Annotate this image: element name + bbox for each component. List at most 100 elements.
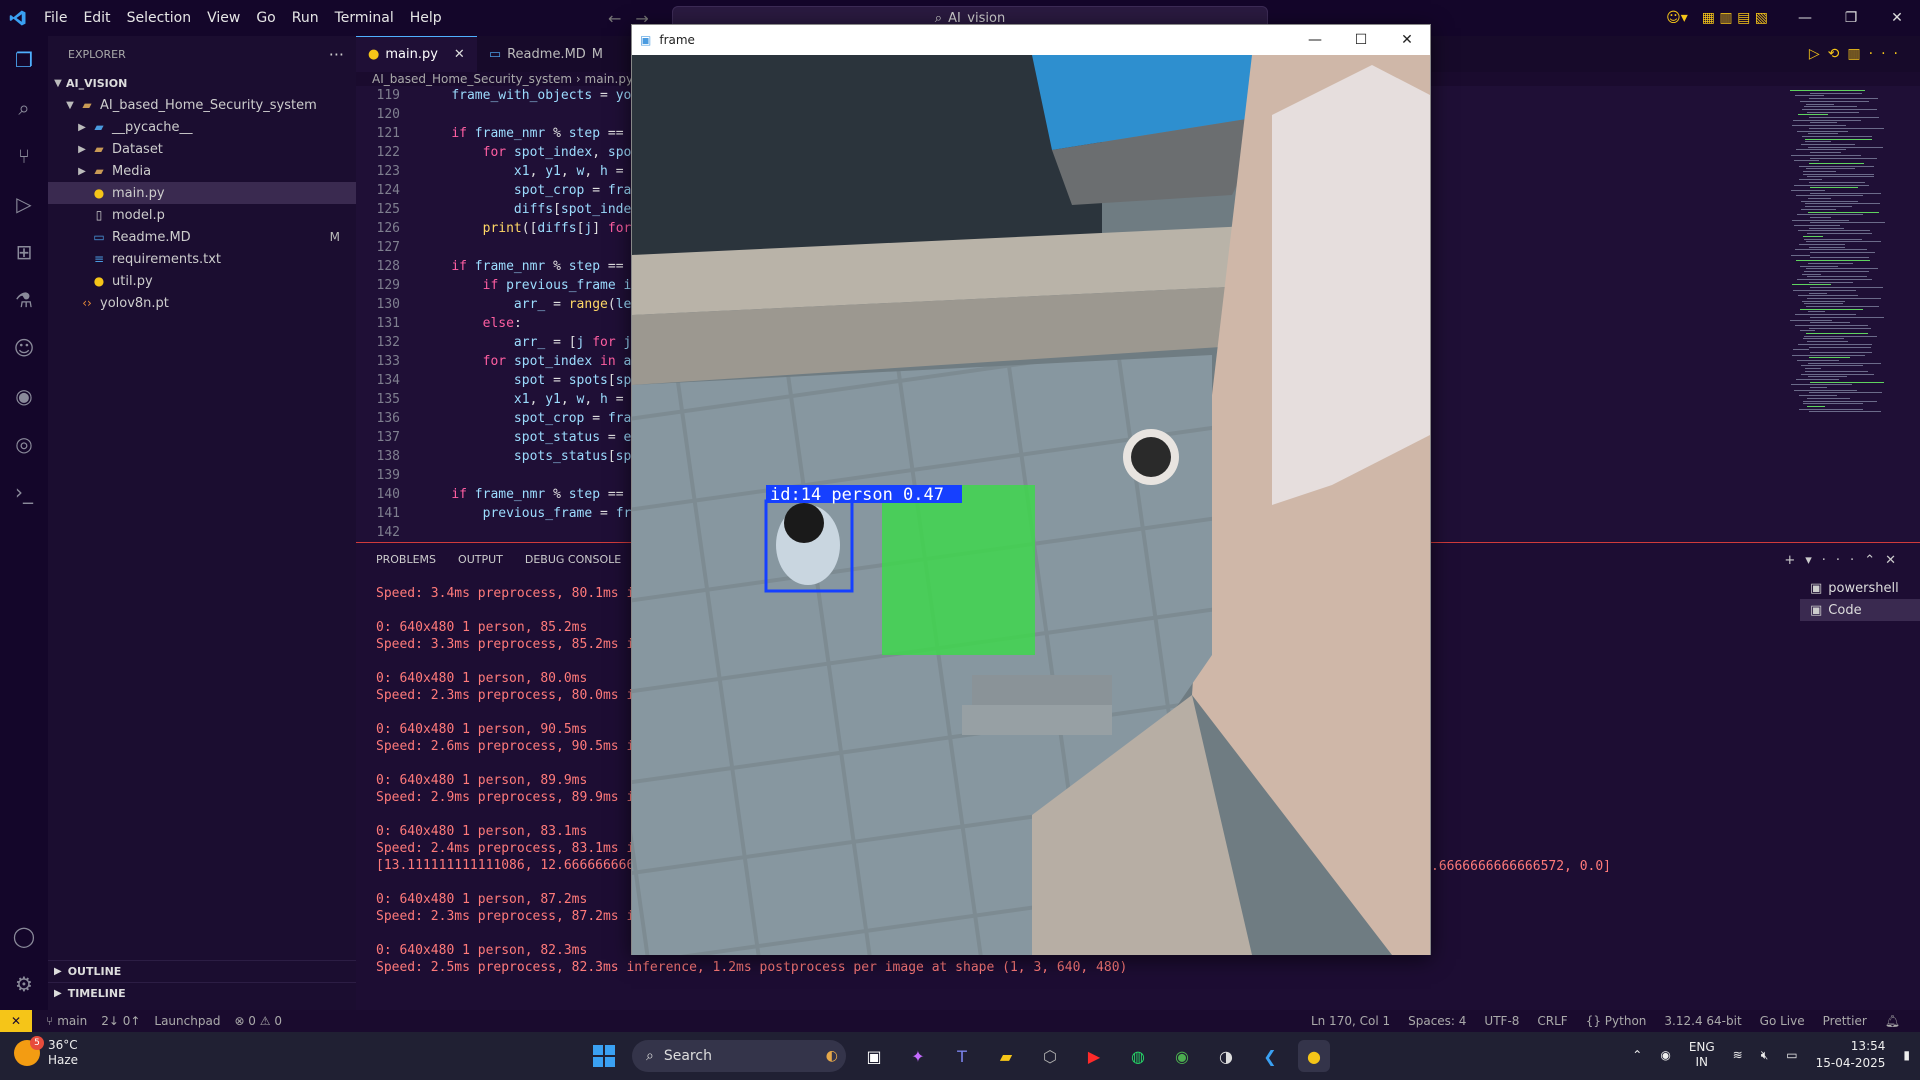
copilot-chat-icon[interactable]: ☺: [10, 334, 38, 362]
layout-icon[interactable]: ▦ ▥ ▤ ▧: [1702, 10, 1768, 26]
language-indicator[interactable]: ENG IN: [1689, 1040, 1715, 1070]
vscode-icon[interactable]: ❮: [1254, 1040, 1286, 1072]
terminal-icon[interactable]: ›_: [10, 478, 38, 506]
line-number: 139: [376, 468, 400, 483]
gear-icon[interactable]: ⚙: [10, 970, 38, 998]
bell-icon[interactable]: 🔔︎: [1885, 1014, 1900, 1028]
whatsapp-icon[interactable]: ◍: [1122, 1040, 1154, 1072]
python-icon[interactable]: ●: [1298, 1040, 1330, 1072]
tab-output[interactable]: OUTPUT: [458, 553, 503, 570]
menu-file[interactable]: File: [36, 10, 75, 26]
go-live[interactable]: Go Live: [1760, 1014, 1805, 1028]
close-button[interactable]: ✕: [1384, 32, 1430, 48]
volume-muted-icon[interactable]: 🔇︎: [1761, 1048, 1769, 1063]
account-icon[interactable]: ◯: [10, 922, 38, 950]
prettier[interactable]: Prettier: [1823, 1014, 1867, 1028]
remote-indicator[interactable]: ✕: [0, 1010, 32, 1032]
file-explorer-icon[interactable]: ▰: [990, 1040, 1022, 1072]
minimap[interactable]: [1790, 90, 1900, 430]
tray-app-icon[interactable]: ◉: [1660, 1048, 1670, 1062]
copilot-icon[interactable]: ✦: [902, 1040, 934, 1072]
restore-button[interactable]: ❐: [1828, 10, 1874, 26]
menu-run[interactable]: Run: [284, 10, 327, 26]
tree-item-pycache[interactable]: ▶ ▰ __pycache__: [48, 116, 356, 138]
clock[interactable]: 13:54 15-04-2025: [1816, 1038, 1886, 1072]
terminal-code[interactable]: ▣ Code: [1800, 599, 1920, 621]
source-control-icon[interactable]: ⑂: [10, 142, 38, 170]
timeline-section[interactable]: ▶ TIMELINE: [48, 982, 356, 1004]
frame-titlebar[interactable]: ▣ frame — ☐ ✕: [632, 25, 1430, 55]
start-icon[interactable]: [588, 1040, 620, 1072]
app-icon[interactable]: ⬡: [1034, 1040, 1066, 1072]
close-button[interactable]: ✕: [1874, 10, 1920, 26]
tree-item-media[interactable]: ▶ ▰ Media: [48, 160, 356, 182]
tree-item-requirements[interactable]: ≡ requirements.txt: [48, 248, 356, 270]
language-mode[interactable]: {} Python: [1586, 1014, 1647, 1028]
explorer-icon[interactable]: ❐: [10, 46, 38, 74]
run-debug-icon[interactable]: ▷: [10, 190, 38, 218]
menu-terminal[interactable]: Terminal: [327, 10, 402, 26]
terminal-powershell[interactable]: ▣ powershell: [1800, 577, 1920, 599]
tree-folder-project[interactable]: ▼ ▰ AI_based_Home_Security_system: [48, 94, 356, 116]
more-icon[interactable]: ···: [329, 45, 344, 64]
maximize-panel-icon[interactable]: ⌃: [1864, 553, 1885, 568]
python-interpreter[interactable]: 3.12.4 64-bit: [1664, 1014, 1741, 1028]
breadcrumb-file[interactable]: main.py: [585, 72, 634, 86]
workspace-root[interactable]: ▼ AI_VISION: [48, 72, 356, 94]
tree-item-yolov8n[interactable]: ‹› yolov8n.pt: [48, 292, 356, 314]
teams-icon[interactable]: T: [946, 1040, 978, 1072]
tree-item-util[interactable]: ● util.py: [48, 270, 356, 292]
github-icon[interactable]: ◑: [1210, 1040, 1242, 1072]
copilot-icon[interactable]: ☺▾: [1666, 10, 1688, 26]
branch-name[interactable]: main: [57, 1014, 87, 1028]
remote-icon[interactable]: ◎: [10, 430, 38, 458]
run-icon[interactable]: ▷: [1809, 46, 1828, 62]
minimize-button[interactable]: —: [1782, 10, 1828, 26]
notification-icon[interactable]: ▮: [1903, 1048, 1910, 1062]
menu-selection[interactable]: Selection: [119, 10, 200, 26]
opencv-frame-window[interactable]: ▣ frame — ☐ ✕ id:14 person 0.47: [631, 24, 1431, 955]
line-ending[interactable]: CRLF: [1537, 1014, 1567, 1028]
problems-count[interactable]: ⊗ 0 ⚠ 0: [234, 1014, 282, 1028]
search-icon[interactable]: ⌕: [10, 94, 38, 122]
maximize-button[interactable]: ☐: [1338, 32, 1384, 48]
more-icon[interactable]: ···: [1869, 46, 1906, 62]
tree-item-readme[interactable]: ▭ Readme.MD M: [48, 226, 356, 248]
task-view-icon[interactable]: ▣: [858, 1040, 890, 1072]
tab-readme[interactable]: ▭ Readme.MD M: [477, 36, 615, 72]
encoding[interactable]: UTF-8: [1484, 1014, 1519, 1028]
menu-go[interactable]: Go: [248, 10, 283, 26]
close-icon[interactable]: ✕: [454, 47, 465, 62]
outline-section[interactable]: ▶ OUTLINE: [48, 960, 356, 982]
tree-item-main-py[interactable]: ● main.py: [48, 182, 356, 204]
sync-status[interactable]: 2↓ 0↑: [101, 1014, 140, 1028]
tab-main-py[interactable]: ● main.py ✕: [356, 36, 477, 72]
extensions-icon[interactable]: ⊞: [10, 238, 38, 266]
cursor-position[interactable]: Ln 170, Col 1: [1311, 1014, 1390, 1028]
more-icon[interactable]: ···: [1822, 553, 1864, 568]
tree-item-dataset[interactable]: ▶ ▰ Dataset: [48, 138, 356, 160]
git-graph-icon[interactable]: ◉: [10, 382, 38, 410]
tab-problems[interactable]: PROBLEMS: [376, 553, 436, 570]
indentation[interactable]: Spaces: 4: [1408, 1014, 1466, 1028]
minimize-button[interactable]: —: [1292, 32, 1338, 48]
taskbar-search[interactable]: ⌕ Search ◐: [632, 1040, 846, 1072]
youtube-icon[interactable]: ▶: [1078, 1040, 1110, 1072]
close-panel-icon[interactable]: ✕: [1885, 553, 1906, 568]
menu-help[interactable]: Help: [402, 10, 450, 26]
tab-debug-console[interactable]: DEBUG CONSOLE: [525, 553, 621, 570]
breadcrumb-folder[interactable]: AI_based_Home_Security_system: [372, 72, 572, 86]
git-icon[interactable]: ⟲: [1828, 46, 1848, 62]
split-editor-icon[interactable]: ▥: [1847, 46, 1868, 62]
launchpad[interactable]: Launchpad: [154, 1014, 220, 1028]
add-terminal-icon[interactable]: +▾: [1784, 553, 1821, 568]
tree-item-model[interactable]: ▯ model.p: [48, 204, 356, 226]
weather-widget[interactable]: 5 36°C Haze: [14, 1036, 78, 1068]
menu-edit[interactable]: Edit: [75, 10, 118, 26]
wifi-icon[interactable]: ≋: [1733, 1048, 1743, 1062]
battery-icon[interactable]: ▭: [1786, 1048, 1797, 1062]
testing-icon[interactable]: ⚗: [10, 286, 38, 314]
chrome-icon[interactable]: ◉: [1166, 1040, 1198, 1072]
menu-view[interactable]: View: [199, 10, 248, 26]
tray-chevron-icon[interactable]: ⌃: [1632, 1048, 1642, 1062]
